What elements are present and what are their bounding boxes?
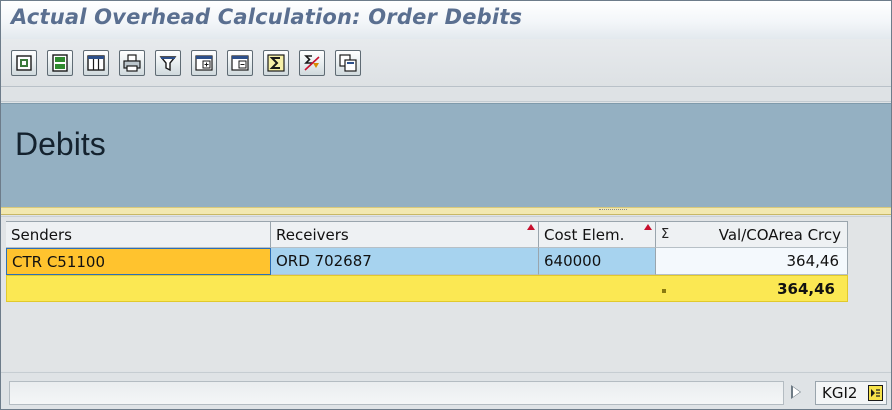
filter-icon [159,56,177,72]
grid-area: Senders Receivers Cost Elem. Σ Val/COAre… [1,216,891,371]
sort-marker-icon [527,224,535,230]
cell-value[interactable]: 364,46 [656,248,848,275]
choose-layout-button[interactable] [83,50,109,76]
expand-button[interactable] [191,50,217,76]
play-icon[interactable] [791,385,801,399]
status-bar: KGI2 [1,372,891,409]
total-icon [267,54,285,72]
filter-button[interactable] [155,50,181,76]
column-header-label: Cost Elem. [544,226,625,244]
print-icon [123,54,141,72]
cell-senders[interactable]: CTR C51100 [6,248,271,275]
header-panel: Debits [1,103,891,207]
splitter-grip-icon[interactable] [599,209,627,212]
export-button[interactable] [335,50,361,76]
column-header-receivers[interactable]: Receivers [271,221,539,248]
system-info-field[interactable]: KGI2 [815,381,887,405]
print-button[interactable] [119,50,145,76]
total-value: 364,46 [777,280,835,298]
cell-receivers[interactable]: ORD 702687 [271,248,539,275]
expand-icon [195,55,213,71]
table-row[interactable]: CTR C51100 ORD 702687 640000 364,46 [6,248,848,275]
window-title: Actual Overhead Calculation: Order Debit… [11,5,523,29]
column-header-cost-element[interactable]: Cost Elem. [539,221,656,248]
collapse-icon [231,55,249,71]
export-icon [339,54,357,72]
application-toolbar [1,39,891,87]
total-marker-icon [662,289,666,293]
separator-strip [1,88,891,102]
select-all-button[interactable] [47,50,73,76]
column-header-senders[interactable]: Senders [6,221,271,248]
grid-header-row: Senders Receivers Cost Elem. Σ Val/COAre… [6,221,848,248]
subtotal-button[interactable] [299,50,325,76]
total-row[interactable]: 364,46 [6,275,848,302]
column-header-label: Val/COArea Crcy [718,226,841,244]
total-button[interactable] [263,50,289,76]
transaction-code: KGI2 [822,384,858,402]
splitter-bar[interactable] [1,207,891,215]
page-title: Debits [15,126,106,162]
status-message-field[interactable] [9,381,784,405]
collapse-button[interactable] [227,50,253,76]
sap-window: Actual Overhead Calculation: Order Debit… [0,0,892,410]
sigma-icon: Σ [661,227,670,242]
system-info-icon[interactable] [868,385,883,401]
column-header-value[interactable]: Σ Val/COArea Crcy [656,221,848,248]
details-button[interactable] [11,50,37,76]
column-header-label: Senders [11,226,72,244]
cell-cost-element[interactable]: 640000 [539,248,656,275]
subtotal-icon [304,55,320,71]
sort-marker-icon [644,224,652,230]
details-icon [16,55,32,71]
select-all-icon [52,54,68,72]
choose-layout-icon [87,55,105,71]
column-header-label: Receivers [276,226,349,244]
title-bar: Actual Overhead Calculation: Order Debit… [1,1,891,39]
